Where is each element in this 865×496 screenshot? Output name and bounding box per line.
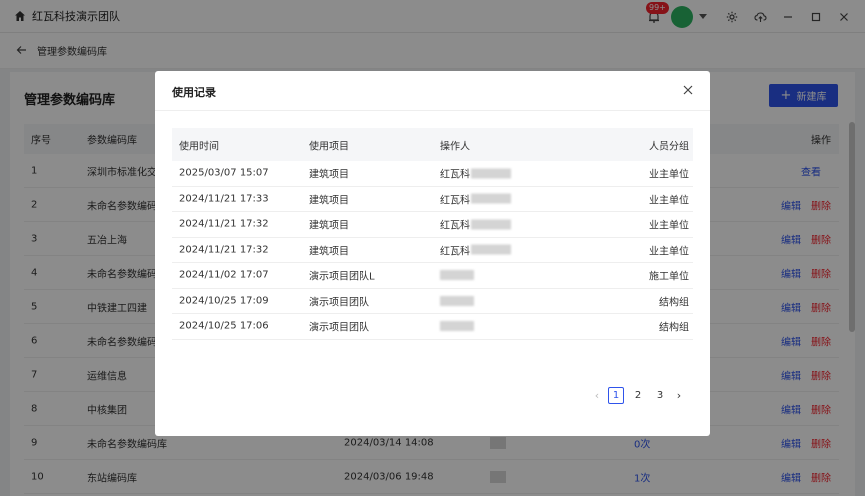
- usage-row: 2024/10/25 17:06 演示项目团队 结构组: [172, 314, 693, 340]
- usage-record-modal: 使用记录 使用时间 使用项目 操作人 人员分组 2025/03/07 15:07…: [155, 71, 710, 436]
- usage-project: 建筑项目: [309, 195, 349, 207]
- header-operator: 操作人: [440, 141, 470, 152]
- operator-name: 红瓦科: [440, 220, 470, 232]
- pagination: ‹ 123 ›: [589, 386, 687, 404]
- usage-project: 建筑项目: [309, 169, 349, 181]
- usage-operator: [440, 295, 474, 306]
- modal-header: 使用记录: [155, 71, 710, 111]
- usage-operator: 红瓦科: [440, 242, 511, 257]
- usage-table: 使用时间 使用项目 操作人 人员分组 2025/03/07 15:07 建筑项目红…: [172, 128, 693, 340]
- usage-group: 施工单位: [649, 271, 689, 283]
- prev-page-icon[interactable]: ‹: [589, 389, 605, 402]
- usage-group: 业主单位: [649, 169, 689, 181]
- usage-time: 2024/10/25 17:06: [179, 320, 269, 332]
- usage-project: 演示项目团队L: [309, 271, 375, 283]
- usage-group: 业主单位: [649, 220, 689, 232]
- usage-project: 建筑项目: [309, 246, 349, 258]
- operator-name: 红瓦科: [440, 169, 470, 181]
- usage-time: 2024/11/02 17:07: [179, 269, 269, 281]
- usage-table-header: 使用时间 使用项目 操作人 人员分组: [172, 128, 693, 161]
- operator-name: 红瓦科: [440, 195, 470, 207]
- usage-row: 2024/11/21 17:32 建筑项目 红瓦科 业主单位: [172, 212, 693, 238]
- usage-time: 2024/11/21 17:33: [179, 193, 269, 205]
- redacted-block: [440, 270, 474, 281]
- usage-time: 2024/10/25 17:09: [179, 295, 269, 307]
- usage-time: 2024/11/21 17:32: [179, 218, 269, 230]
- usage-row: 2024/11/21 17:32 建筑项目 红瓦科 业主单位: [172, 238, 693, 263]
- usage-row: 2024/10/25 17:09 演示项目团队 结构组: [172, 289, 693, 314]
- usage-project: 演示项目团队: [309, 322, 369, 334]
- page-2[interactable]: 2: [630, 387, 646, 404]
- page-3[interactable]: 3: [652, 387, 668, 404]
- page-1[interactable]: 1: [608, 386, 624, 404]
- header-time: 使用时间: [179, 141, 219, 152]
- next-page-icon[interactable]: ›: [671, 389, 687, 402]
- redacted-block: [471, 193, 511, 204]
- usage-operator: 红瓦科: [440, 166, 511, 181]
- usage-operator: 红瓦科: [440, 191, 511, 206]
- header-group: 人员分组: [649, 141, 689, 152]
- usage-row: 2024/11/02 17:07 演示项目团队L 施工单位: [172, 263, 693, 289]
- usage-operator: [440, 270, 474, 281]
- usage-operator: 红瓦科: [440, 217, 511, 232]
- usage-group: 结构组: [659, 322, 689, 334]
- close-icon[interactable]: [680, 82, 696, 98]
- usage-project: 建筑项目: [309, 220, 349, 232]
- usage-group: 业主单位: [649, 246, 689, 258]
- usage-time: 2025/03/07 15:07: [179, 167, 269, 179]
- redacted-block: [440, 295, 474, 306]
- usage-group: 业主单位: [649, 195, 689, 207]
- usage-time: 2024/11/21 17:32: [179, 244, 269, 256]
- redacted-block: [471, 168, 511, 179]
- usage-group: 结构组: [659, 297, 689, 309]
- operator-name: 红瓦科: [440, 246, 470, 258]
- header-project: 使用项目: [309, 141, 349, 152]
- modal-title: 使用记录: [172, 86, 216, 99]
- redacted-block: [471, 244, 511, 255]
- redacted-block: [440, 321, 474, 332]
- usage-project: 演示项目团队: [309, 297, 369, 309]
- redacted-block: [471, 219, 511, 230]
- usage-operator: [440, 321, 474, 332]
- usage-row: 2024/11/21 17:33 建筑项目 红瓦科 业主单位: [172, 187, 693, 212]
- usage-row: 2025/03/07 15:07 建筑项目 红瓦科 业主单位: [172, 161, 693, 187]
